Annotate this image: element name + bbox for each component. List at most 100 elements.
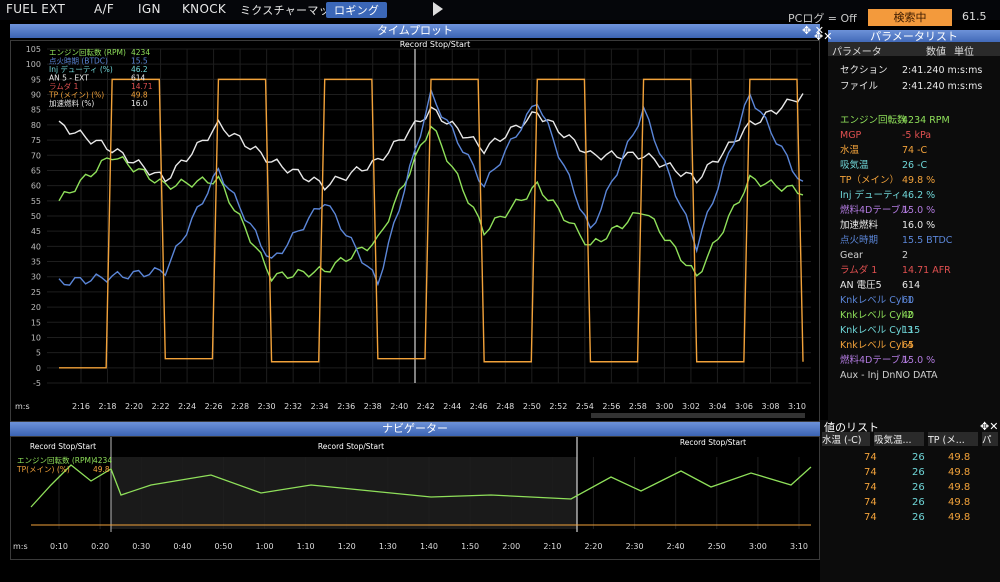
x-tick-label: 1:30 [379,542,397,551]
x-tick-label: 2:44 [443,402,461,411]
x-tick-label: 2:10 [543,542,561,551]
param-row[interactable]: エンジン回転数 4234 RPM [828,114,1000,128]
x-tick-label: 2:58 [629,402,647,411]
param-name: 燃料4Dテーブル [840,205,910,216]
timeplot-svg: 1051009590858075706560555045403530252015… [15,40,811,418]
value-cell: 26 [912,512,925,523]
param-row[interactable]: ファイル 2:41.240 m:s:ms [828,80,1000,94]
value-cell: 49.8 [948,482,971,493]
param-row[interactable]: AN 電圧5 614 [828,279,1000,293]
param-value: 2:41.240 m:s:ms [902,65,983,76]
percent-readout: 61.5 [962,10,987,23]
param-col-unit: 単位 [954,47,974,58]
param-row[interactable]: 燃料4Dテーブル 15.0 % [828,204,1000,218]
param-row[interactable]: Knkレベル Cyl 3 115 [828,324,1000,338]
x-tick-label: 2:20 [584,542,602,551]
value-col-4: パ [982,432,998,446]
param-name: 点火時期 [840,235,879,246]
param-row[interactable]: 燃料4Dテーブル 15.0 % [828,354,1000,368]
param-list: パラメータ 数値 単位 セクション 2:41.240 m:s:ms ファイル 2:41… [828,42,1000,420]
x-tick-label: 2:46 [470,402,488,411]
y-tick-label: 75 [31,136,41,145]
y-tick-label: 60 [31,182,41,191]
x-tick-label: 1:20 [338,542,356,551]
param-row[interactable]: 加速燃料 16.0 % [828,219,1000,233]
x-tick-label: 1:50 [461,542,479,551]
x-tick-label: 0:40 [173,542,191,551]
legend-label: TP(メイン) (%) [16,465,70,474]
value-list: 値のリスト ✥✕ 水温 (-C) 吸気温... TP (メ... パ 74 26 4… [820,420,1000,582]
menu-ign[interactable]: IGN [138,2,161,16]
y-tick-label: 50 [31,212,41,221]
value-cell: 74 [864,452,877,463]
legend-value: 16.0 [131,99,148,108]
x-tick-label: 3:10 [788,402,806,411]
x-tick-label: 2:34 [311,402,329,411]
x-tick-label: 2:18 [99,402,117,411]
value-cell: 49.8 [948,512,971,523]
value-col-1: 水温 (-C) [822,432,870,446]
legend-label: ラムダ 1 [49,81,79,91]
x-tick-label: 2:00 [502,542,520,551]
param-row[interactable]: Knkレベル Cyl 4 65 [828,339,1000,353]
x-tick-label: 2:24 [178,402,196,411]
menu-fuel-ext[interactable]: FUEL EXT [6,2,65,16]
param-name: 水温 [840,145,860,156]
x-tick-label: 1:00 [256,542,274,551]
timeplot-header: タイムプロット [10,24,820,38]
y-tick-label: 65 [31,166,41,175]
x-tick-label: 2:42 [417,402,435,411]
navigator-chart[interactable]: Record Stop/Start Record Stop/Start Record… [10,436,820,560]
value-cell: 74 [864,497,877,508]
record-stop-start-label: Record Stop/Start [318,442,384,451]
timeplot-chart[interactable]: 105 100 95 90 85 80 75 70 65 60 55 50 45 40 35 30 25 20 15… [10,40,820,422]
param-value: 14.71 AFR [902,265,951,276]
param-row[interactable]: TP（メイン） 49.8 % [828,174,1000,188]
x-unit-label: m:s [13,542,28,551]
legend-label: エンジン回転数 (RPM) [49,47,126,57]
param-name: Inj デューティ [840,190,902,201]
param-value: 2:41.240 m:s:ms [902,81,983,92]
param-value: 49.8 % [902,175,936,186]
param-row[interactable]: Aux - Inj DnNO DATA [828,369,1000,383]
x-tick-label: 3:04 [708,402,726,411]
navigator-svg: Record Stop/Start Record Stop/Start Record… [13,437,812,551]
x-tick-label: 3:08 [761,402,779,411]
param-value: 614 [902,280,921,291]
play-icon[interactable] [433,2,443,16]
menu-knock[interactable]: KNOCK [182,2,226,16]
value-cell: 74 [864,512,877,523]
param-row[interactable]: MGP -5 kPa [828,129,1000,143]
param-row[interactable]: Gear 2 [828,249,1000,263]
param-value: 40 [902,310,915,321]
y-tick-label: 0 [36,364,41,373]
param-row[interactable]: 点火時期 15.5 BTDC [828,234,1000,248]
legend-label: 加速燃料 (%) [49,98,94,108]
menu-af[interactable]: A/F [94,2,114,16]
value-cell: 74 [864,467,877,478]
param-name: 燃料4Dテーブル [840,355,910,366]
value-cell: 26 [912,467,925,478]
x-tick-label: 3:00 [749,542,767,551]
horizontal-scrollbar [591,413,805,418]
param-row[interactable]: セクション 2:41.240 m:s:ms [828,64,1000,78]
x-tick-label: 1:10 [297,542,315,551]
value-cell: 74 [864,482,877,493]
param-row[interactable]: 吸気温 26 -C [828,159,1000,173]
menu-logging[interactable]: ロギング [326,2,388,18]
param-row[interactable]: Knkレベル Cyl 2 40 [828,309,1000,323]
param-name: AN 電圧5 [840,280,882,291]
x-tick-label: 0:10 [50,542,68,551]
value-cell: 26 [912,497,925,508]
x-tick-label: 2:50 [708,542,726,551]
x-tick-label: 1:40 [420,542,438,551]
x-tick-label: 0:50 [214,542,232,551]
param-row[interactable]: Inj デューティ 46.2 % [828,189,1000,203]
record-stop-start-label: Record Stop/Start [30,442,96,451]
param-row[interactable]: 水温 74 -C [828,144,1000,158]
y-tick-label: 5 [36,349,41,358]
y-tick-label: 20 [31,303,41,312]
param-name: 加速燃料 [840,220,879,231]
param-row[interactable]: Knkレベル Cyl 1 60 [828,294,1000,308]
param-row[interactable]: ラムダ 1 14.71 AFR [828,264,1000,278]
